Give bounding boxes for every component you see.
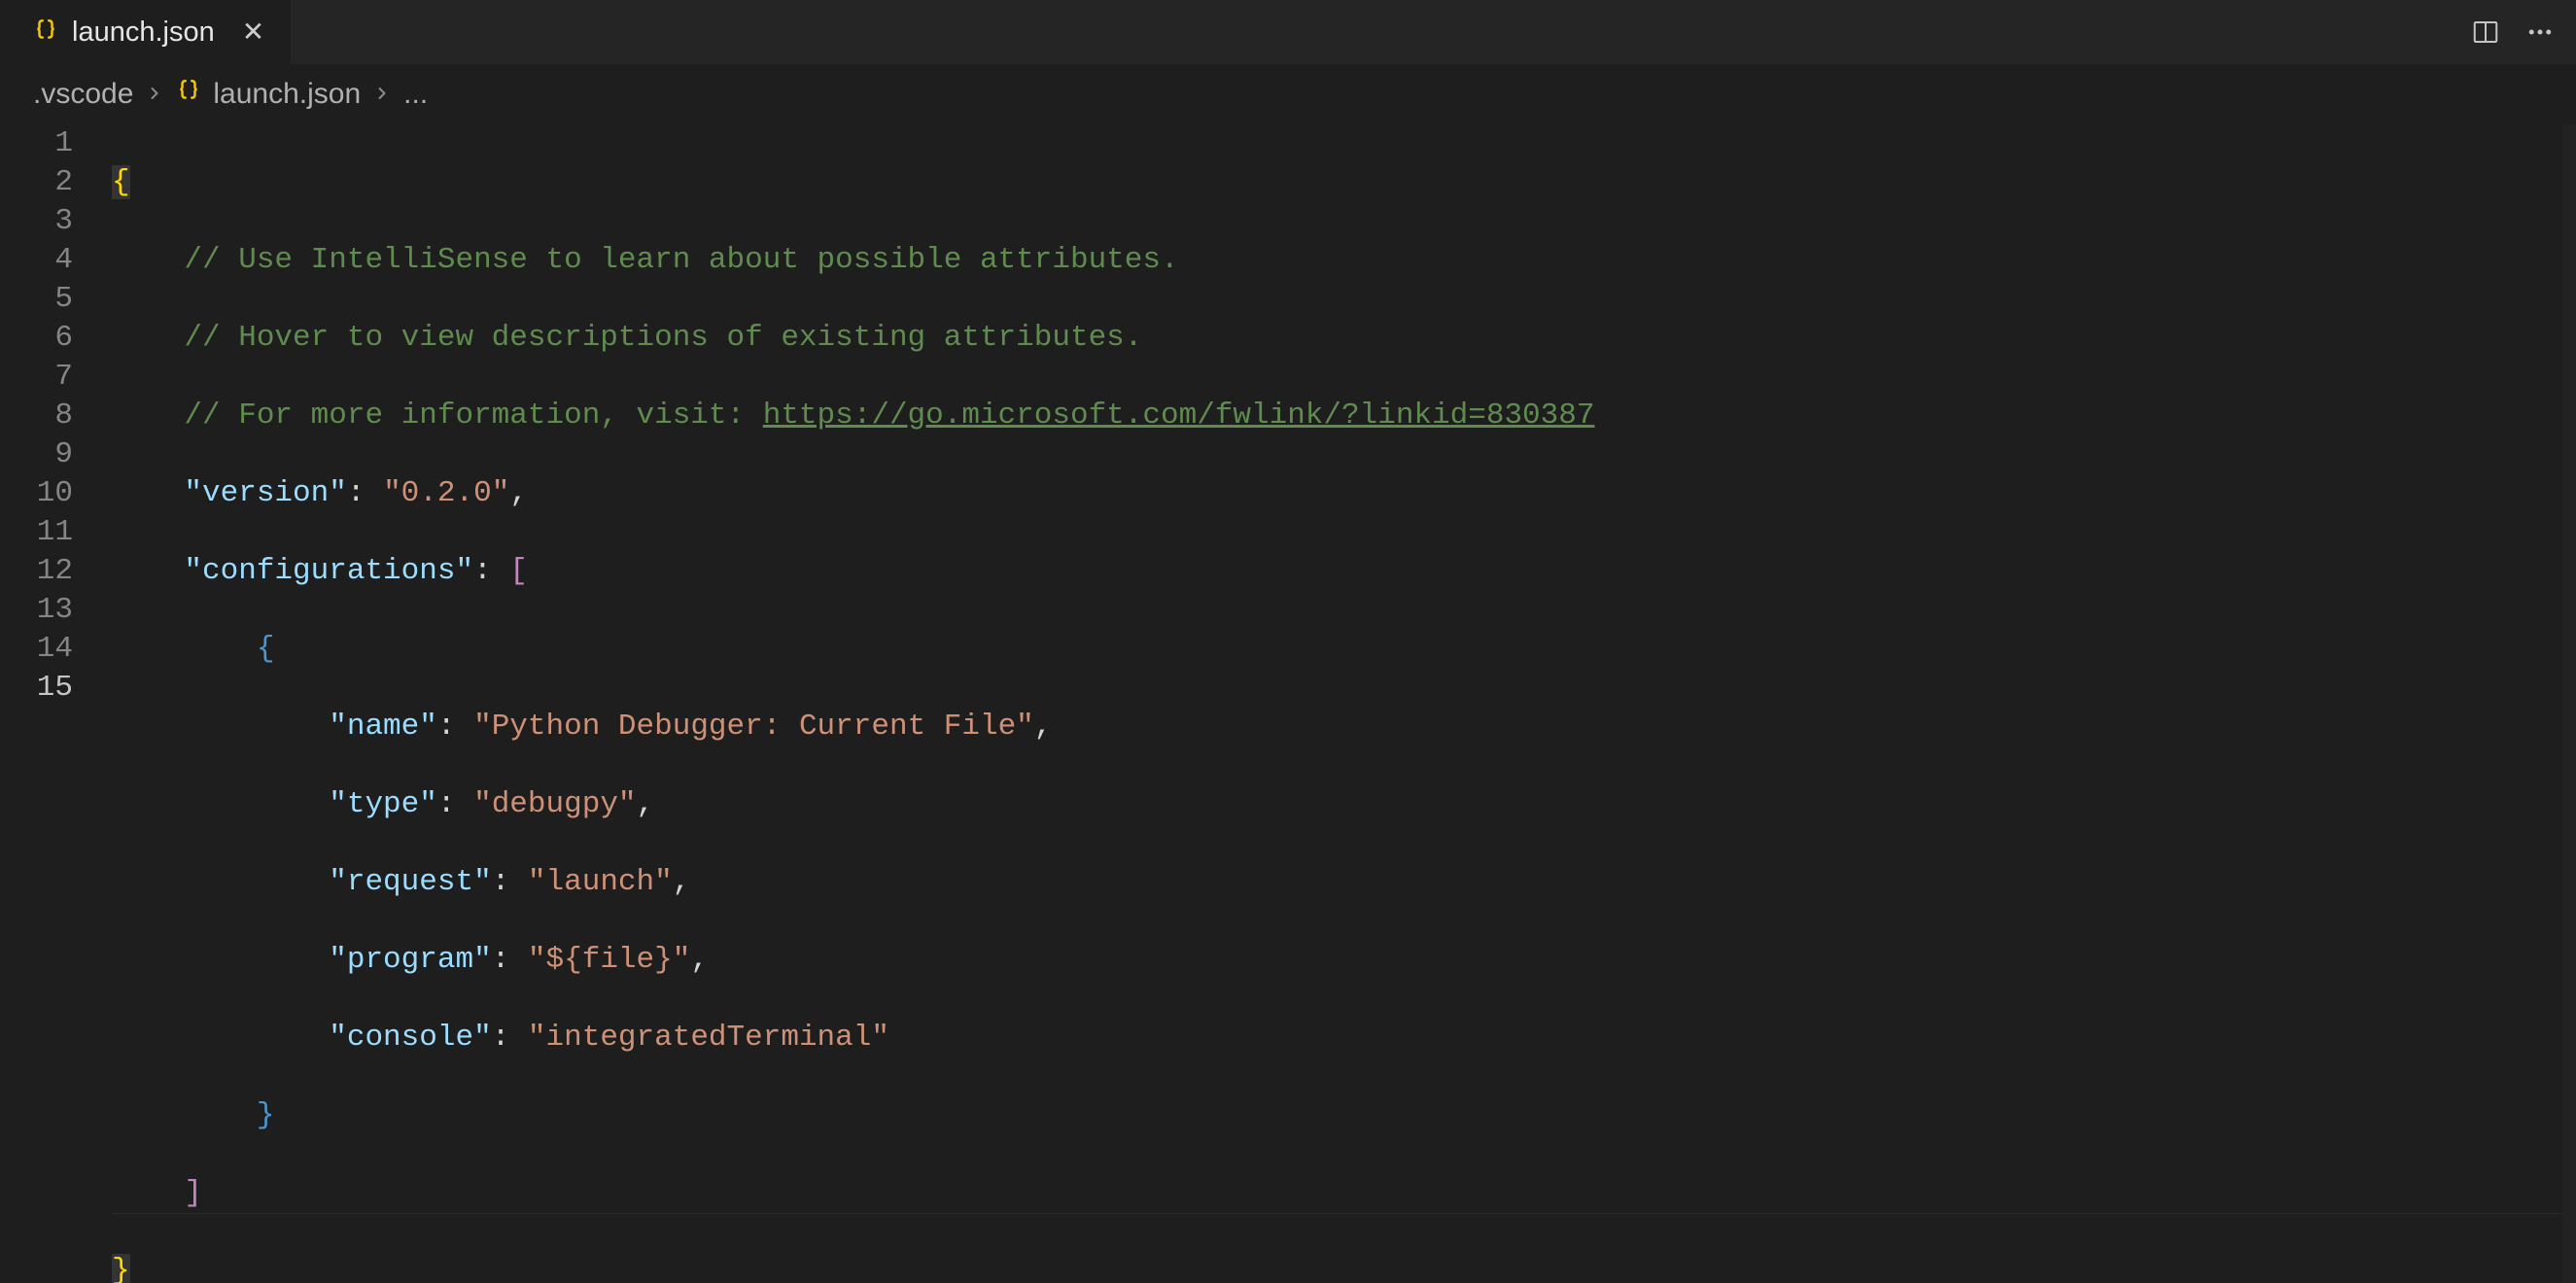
- tab-label: launch.json: [72, 17, 215, 49]
- code-area[interactable]: { // Use IntelliSense to learn about pos…: [112, 124, 2562, 1283]
- code-line: "version": "0.2.0",: [112, 474, 2562, 513]
- tab-bar: launch.json ✕: [0, 0, 2576, 64]
- chevron-right-icon: [372, 78, 392, 111]
- breadcrumb-ellipsis[interactable]: ...: [403, 78, 428, 111]
- code-line: // Hover to view descriptions of existin…: [112, 319, 2562, 358]
- code-line: "program": "${file}",: [112, 941, 2562, 980]
- line-number: 11: [0, 513, 73, 552]
- line-number: 3: [0, 202, 73, 241]
- code-line: // For more information, visit: https://…: [112, 397, 2562, 435]
- breadcrumb-folder[interactable]: .vscode: [33, 78, 133, 111]
- close-icon[interactable]: ✕: [242, 18, 264, 46]
- line-number: 2: [0, 163, 73, 202]
- code-line: "console": "integratedTerminal": [112, 1019, 2562, 1058]
- code-line: ]: [112, 1174, 2562, 1213]
- line-number: 9: [0, 435, 73, 474]
- code-line: "configurations": [: [112, 552, 2562, 591]
- code-line: {: [112, 163, 2562, 202]
- line-number: 7: [0, 358, 73, 397]
- line-number: 8: [0, 397, 73, 435]
- line-number-gutter: 1 2 3 4 5 6 7 8 9 10 11 12 13 14 15: [0, 124, 112, 1283]
- chevron-right-icon: [145, 78, 164, 111]
- line-number: 6: [0, 319, 73, 358]
- minimap[interactable]: [2562, 124, 2576, 1283]
- more-actions-icon[interactable]: [2525, 17, 2555, 47]
- code-line: }: [112, 1252, 2562, 1283]
- line-number: 14: [0, 630, 73, 669]
- line-number: 5: [0, 280, 73, 319]
- breadcrumb-file[interactable]: launch.json: [213, 78, 361, 111]
- doc-link[interactable]: https://go.microsoft.com/fwlink/?linkid=…: [763, 399, 1595, 433]
- json-file-icon: [33, 17, 58, 48]
- tab-launch-json[interactable]: launch.json ✕: [0, 0, 291, 64]
- breadcrumb[interactable]: .vscode launch.json ...: [0, 64, 2576, 124]
- code-line: "name": "Python Debugger: Current File",: [112, 708, 2562, 746]
- line-number: 1: [0, 124, 73, 163]
- json-file-icon: [176, 78, 201, 111]
- code-line: "type": "debugpy",: [112, 785, 2562, 824]
- split-editor-icon[interactable]: [2471, 17, 2500, 47]
- code-line: // Use IntelliSense to learn about possi…: [112, 241, 2562, 280]
- line-number: 4: [0, 241, 73, 280]
- line-number: 15: [0, 669, 73, 708]
- line-number: 13: [0, 591, 73, 630]
- line-number: 12: [0, 552, 73, 591]
- code-line: "request": "launch",: [112, 863, 2562, 902]
- code-line: {: [112, 630, 2562, 669]
- code-editor[interactable]: 1 2 3 4 5 6 7 8 9 10 11 12 13 14 15 { //…: [0, 124, 2576, 1283]
- code-line: }: [112, 1096, 2562, 1135]
- tab-actions: [2471, 0, 2555, 64]
- line-number: 10: [0, 474, 73, 513]
